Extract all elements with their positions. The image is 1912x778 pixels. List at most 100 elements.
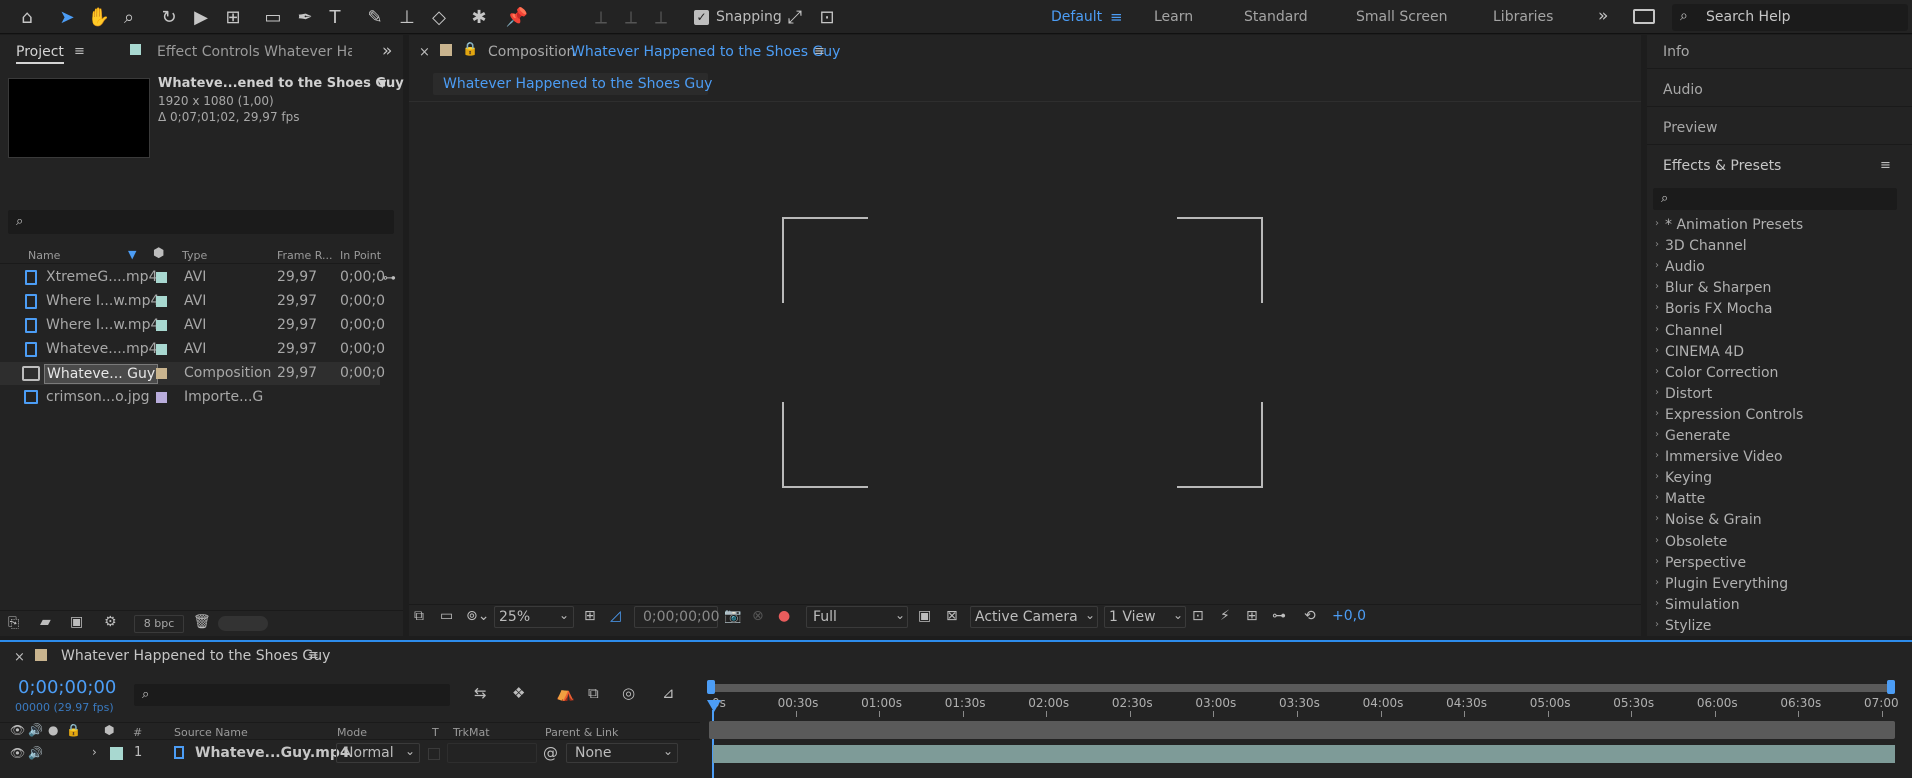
effect-category[interactable]: › Distort bbox=[1655, 386, 1712, 402]
search-help-field[interactable]: ⌕ Search Help bbox=[1672, 4, 1908, 31]
effect-category[interactable]: › Noise & Grain bbox=[1655, 512, 1762, 528]
effect-category[interactable]: › Simulation bbox=[1655, 597, 1740, 613]
monitor-icon[interactable]: ▭ bbox=[440, 608, 453, 624]
resolution-dropdown[interactable]: Full ⌄ bbox=[806, 606, 908, 628]
effect-category[interactable]: › Audio bbox=[1655, 259, 1705, 275]
effect-category[interactable]: › Expression Controls bbox=[1655, 407, 1803, 423]
snapshot-camera-icon[interactable]: 📷 bbox=[724, 608, 741, 624]
motion-blur-icon[interactable]: ◎ bbox=[622, 684, 635, 702]
label-tag-icon[interactable]: ⬢ bbox=[104, 723, 114, 737]
tab-effect-controls[interactable]: Effect Controls Whatever Happe bbox=[157, 44, 352, 60]
effect-category[interactable]: › 3D Channel bbox=[1655, 238, 1747, 254]
transparency-grid-icon[interactable]: ⊠ bbox=[946, 608, 958, 624]
work-area-end-handle[interactable] bbox=[1887, 680, 1895, 694]
video-switch-icon[interactable]: 👁 bbox=[10, 723, 25, 737]
lock-icon[interactable]: 🔒 bbox=[462, 42, 478, 57]
effect-category[interactable]: › Blur & Sharpen bbox=[1655, 280, 1771, 296]
effect-category[interactable]: › Perspective bbox=[1655, 555, 1746, 571]
show-snapshot-icon[interactable]: ⊗ bbox=[752, 608, 764, 624]
label-swatch[interactable] bbox=[156, 368, 167, 379]
label-column-tag-icon[interactable]: ⬢ bbox=[153, 246, 164, 261]
color-channels-icon[interactable]: ● bbox=[778, 608, 790, 624]
comp-flowchart-icon[interactable]: ⊶ bbox=[1272, 608, 1286, 624]
project-item[interactable]: XtremeG....mp4 AVI 29,97 0;00;0 bbox=[0, 266, 385, 289]
workspace-menu-icon[interactable]: ≡ bbox=[1110, 8, 1123, 26]
toggle-pixel-aspect-icon[interactable]: ⊡ bbox=[1192, 608, 1204, 624]
effect-category[interactable]: › Color Correction bbox=[1655, 365, 1778, 381]
effects-menu-icon[interactable]: ≡ bbox=[1880, 158, 1891, 173]
effect-category[interactable]: › Generate bbox=[1655, 428, 1730, 444]
3d-glasses-icon[interactable]: ⊚⌄ bbox=[466, 608, 489, 624]
hide-shy-layers-icon[interactable]: ⛺ bbox=[556, 684, 575, 702]
label-swatch[interactable] bbox=[156, 296, 167, 307]
close-icon[interactable]: × bbox=[419, 45, 430, 60]
project-settings-icon[interactable]: ⚙ bbox=[104, 614, 117, 630]
solo-icon[interactable]: ● bbox=[48, 723, 58, 737]
project-item-selected[interactable]: Whateve... Guy Composition 29,97 0;00;0 bbox=[0, 362, 385, 385]
column-frame-rate[interactable]: Frame R... bbox=[277, 249, 333, 262]
layer-label-swatch[interactable] bbox=[110, 747, 123, 760]
composition-tab-name[interactable]: Whatever Happened to the Shoes Guy bbox=[571, 44, 840, 60]
tab-preview[interactable]: Preview bbox=[1663, 120, 1718, 136]
selected-item-dropdown-icon[interactable]: ▼ bbox=[378, 77, 386, 90]
project-item[interactable]: Where I...w.mp4 AVI 29,97 0;00;0 bbox=[0, 290, 385, 313]
panel-overflow-icon[interactable]: » bbox=[382, 41, 392, 61]
layer-video-switch-icon[interactable]: 👁 bbox=[10, 746, 25, 760]
project-item[interactable]: crimson...o.jpg Importe...G bbox=[0, 386, 380, 409]
parent-dropdown[interactable]: None ⌄ bbox=[566, 743, 678, 763]
rectangle-tool-icon[interactable]: ▭ bbox=[260, 5, 286, 29]
project-item[interactable]: Where I...w.mp4 AVI 29,97 0;00;0 bbox=[0, 314, 385, 337]
mask-visibility-icon[interactable]: ◿ bbox=[610, 608, 621, 624]
pen-tool-icon[interactable]: ✒ bbox=[292, 5, 318, 29]
column-type[interactable]: Type bbox=[182, 249, 207, 262]
layer-duration-bar[interactable] bbox=[713, 745, 1895, 763]
project-menu-icon[interactable]: ≡ bbox=[74, 44, 85, 59]
project-search-input[interactable]: ⌕ bbox=[8, 210, 394, 234]
rotate-tool-icon[interactable]: ↻ bbox=[156, 5, 182, 29]
roto-brush-tool-icon[interactable]: ✱ bbox=[466, 5, 492, 29]
thumbnail-size-slider[interactable] bbox=[218, 616, 268, 631]
reset-exposure-icon[interactable]: ⟲ bbox=[1304, 608, 1316, 624]
axis-view-icon[interactable]: ⟂ bbox=[648, 5, 674, 29]
tab-project[interactable]: Project bbox=[16, 44, 64, 64]
bit-depth-button[interactable]: 8 bpc bbox=[134, 615, 184, 633]
more-workspaces-icon[interactable]: » bbox=[1598, 6, 1608, 26]
column-t[interactable]: T bbox=[432, 726, 439, 739]
effect-category[interactable]: › Matte bbox=[1655, 491, 1705, 507]
home-icon[interactable]: ⌂ bbox=[14, 5, 40, 29]
hand-tool-icon[interactable]: ✋ bbox=[86, 5, 112, 29]
effect-category[interactable]: › CINEMA 4D bbox=[1655, 344, 1744, 360]
effect-category[interactable]: › Stylize bbox=[1655, 618, 1711, 634]
time-navigator-bar[interactable] bbox=[709, 721, 1895, 739]
draft-3d-icon[interactable]: ❖ bbox=[512, 684, 525, 702]
label-swatch[interactable] bbox=[156, 272, 167, 283]
effect-category[interactable]: › Immersive Video bbox=[1655, 449, 1783, 465]
layer-audio-switch-icon[interactable]: 🔊 bbox=[28, 746, 43, 760]
axis-world-icon[interactable]: ⟂ bbox=[618, 5, 644, 29]
grid-guides-icon[interactable]: ⊞ bbox=[584, 608, 596, 624]
column-name[interactable]: Name bbox=[28, 249, 60, 262]
always-preview-icon[interactable]: ⧉ bbox=[414, 608, 424, 624]
timeline-current-time[interactable]: 0;00;00;00 bbox=[18, 677, 116, 698]
trash-icon[interactable]: 🗑 bbox=[193, 614, 211, 630]
column-trkmat[interactable]: TrkMat bbox=[453, 726, 490, 739]
puppet-pin-tool-icon[interactable]: 📌 bbox=[504, 5, 530, 29]
effects-presets-title[interactable]: Effects & Presets bbox=[1663, 158, 1781, 174]
workspace-learn[interactable]: Learn bbox=[1154, 9, 1193, 25]
timeline-tab-name[interactable]: Whatever Happened to the Shoes Guy bbox=[61, 648, 330, 664]
column-mode[interactable]: Mode bbox=[337, 726, 367, 739]
zoom-tool-icon[interactable]: ⌕ bbox=[116, 5, 142, 29]
column-in-point[interactable]: In Point bbox=[340, 249, 381, 262]
effect-category[interactable]: › Obsolete bbox=[1655, 534, 1727, 550]
lock-icon[interactable]: 🔒 bbox=[66, 723, 81, 737]
comp-mini-flowchart-icon[interactable]: ⇆ bbox=[474, 684, 487, 702]
timeline-icon[interactable]: ⊞ bbox=[1246, 608, 1258, 624]
zoom-dropdown[interactable]: 25% ⌄ bbox=[494, 606, 574, 628]
effect-category[interactable]: › Channel bbox=[1655, 323, 1722, 339]
work-area-bar[interactable] bbox=[709, 684, 1895, 692]
label-swatch[interactable] bbox=[156, 392, 167, 403]
trkmat-dropdown[interactable] bbox=[447, 743, 537, 763]
sync-settings-icon[interactable] bbox=[1633, 9, 1655, 24]
camera-tool-icon[interactable]: ▶ bbox=[188, 5, 214, 29]
exposure-value[interactable]: +0,0 bbox=[1332, 608, 1366, 624]
